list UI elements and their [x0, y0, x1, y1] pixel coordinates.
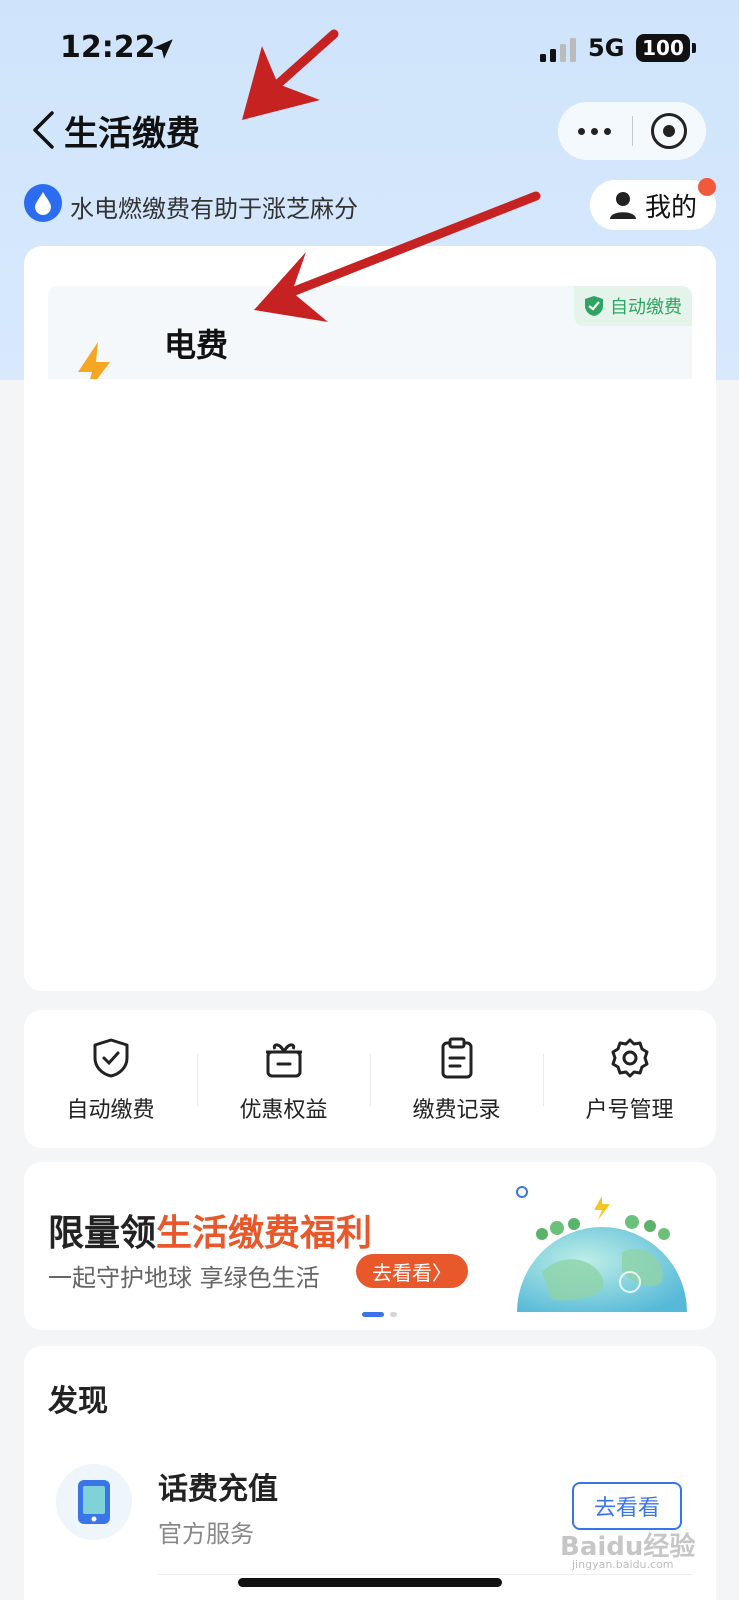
- baidu-watermark-url: jingyan.baidu.com: [572, 1558, 674, 1571]
- quick-actions: 自动缴费 优惠权益 缴费记录 户号管理: [24, 1010, 716, 1148]
- banner-go-button-label: 去看看: [372, 1260, 432, 1285]
- signal-icon: [540, 38, 576, 62]
- mini-program-capsule: [558, 102, 706, 160]
- bill-title: 电费: [164, 326, 229, 364]
- action-account-management[interactable]: 户号管理: [543, 1010, 716, 1148]
- battery-indicator: 100: [636, 34, 696, 62]
- pagination-dot: [390, 1312, 397, 1317]
- gear-icon: [611, 1038, 648, 1078]
- water-drop-icon: [24, 184, 62, 222]
- more-dot-icon: [578, 127, 586, 135]
- auto-pay-tag-label: 自动缴费: [610, 297, 682, 318]
- banner-subtitle: 一起守护地球 享绿色生活: [48, 1264, 320, 1292]
- network-type: 5G: [588, 34, 625, 62]
- action-records[interactable]: 缴费记录: [370, 1010, 543, 1148]
- phone-icon: [56, 1464, 132, 1540]
- banner-title: 限量领生活缴费福利: [48, 1204, 372, 1256]
- action-label: 户号管理: [585, 1098, 674, 1123]
- home-indicator: [238, 1578, 502, 1587]
- service-name[interactable]: 话费充值: [158, 1464, 278, 1508]
- bill-card: 自动缴费 电费: [24, 246, 716, 991]
- action-label: 优惠权益: [239, 1098, 328, 1123]
- service-description: 官方服务: [158, 1520, 254, 1548]
- back-chevron-icon[interactable]: [30, 110, 56, 150]
- action-auto-pay[interactable]: 自动缴费: [24, 1010, 197, 1148]
- pagination-dot-active: [362, 1312, 384, 1317]
- auto-pay-tag: 自动缴费: [574, 286, 692, 326]
- target-icon: [651, 113, 688, 149]
- banner-title-prefix: 限量领: [48, 1213, 157, 1254]
- banner-go-chevron: 〉: [432, 1260, 452, 1285]
- location-arrow-icon: [153, 39, 173, 59]
- more-menu-button[interactable]: [558, 127, 632, 135]
- mine-button-label: 我的: [644, 192, 697, 223]
- divider: [158, 1574, 692, 1575]
- action-label: 自动缴费: [66, 1098, 155, 1123]
- page-title: 生活缴费: [64, 114, 200, 154]
- more-dot-icon: [591, 127, 599, 135]
- redacted-area: [24, 379, 716, 991]
- user-icon: [609, 192, 636, 219]
- shield-check-icon: [585, 296, 603, 316]
- shield-check-icon: [93, 1038, 128, 1078]
- discover-title: 发现: [48, 1384, 108, 1419]
- banner-pagination: [362, 1312, 397, 1317]
- more-dot-icon: [604, 127, 612, 135]
- banner-title-highlight: 生活缴费福利: [156, 1213, 373, 1254]
- notification-dot: [698, 178, 716, 196]
- close-mini-program-button[interactable]: [633, 113, 707, 149]
- service-go-button[interactable]: 去看看: [572, 1482, 682, 1530]
- status-time: 12:22: [60, 30, 156, 65]
- clipboard-icon: [441, 1037, 472, 1079]
- gift-icon: [265, 1043, 302, 1078]
- earth-illustration-icon: [516, 1186, 687, 1312]
- banner-go-button[interactable]: 去看看〉: [356, 1254, 468, 1288]
- zhima-promo-text[interactable]: 水电燃缴费有助于涨芝麻分: [70, 189, 358, 224]
- promo-banner[interactable]: 限量领生活缴费福利 一起守护地球 享绿色生活 去看看〉: [24, 1162, 716, 1330]
- action-benefits[interactable]: 优惠权益: [197, 1010, 370, 1148]
- action-label: 缴费记录: [412, 1098, 501, 1123]
